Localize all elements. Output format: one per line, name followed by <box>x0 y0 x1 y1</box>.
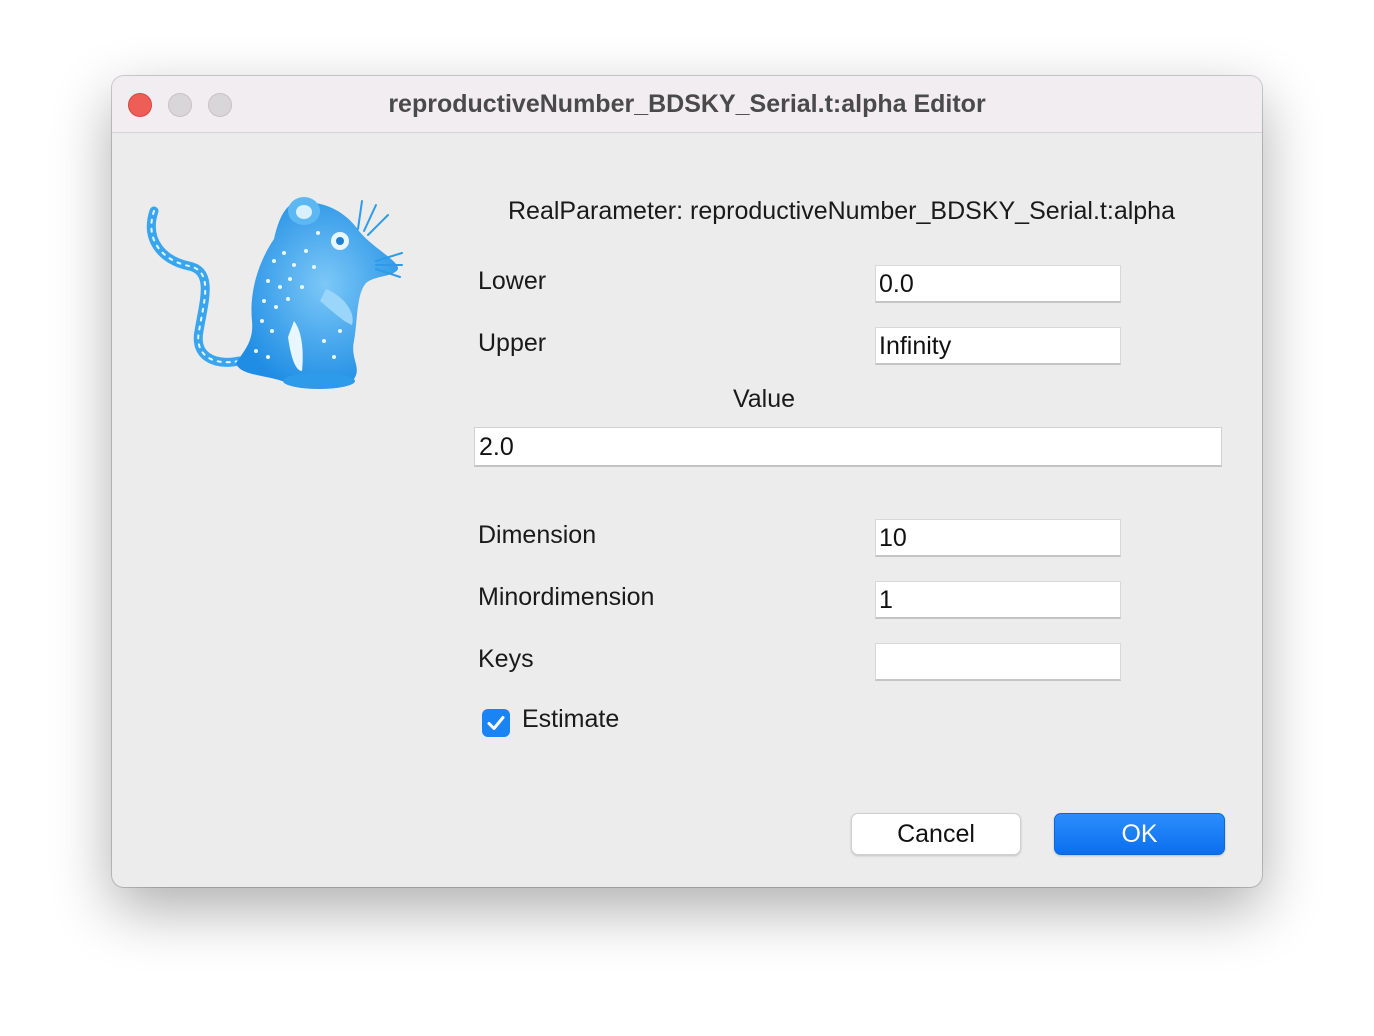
dimension-label: Dimension <box>478 521 597 549</box>
parameter-header: RealParameter: reproductiveNumber_BDSKY_… <box>508 197 1175 225</box>
dimension-input[interactable]: 10 <box>875 519 1121 557</box>
lower-input[interactable]: 0.0 <box>875 265 1121 303</box>
keys-input[interactable] <box>875 643 1121 681</box>
lower-label: Lower <box>478 267 547 295</box>
minordimension-label: Minordimension <box>478 583 655 611</box>
upper-input[interactable]: Infinity <box>875 327 1121 365</box>
estimate-checkbox[interactable] <box>482 709 510 737</box>
beast-mouse-logo-icon <box>146 197 403 389</box>
editor-dialog: reproductiveNumber_BDSKY_Serial.t:alpha … <box>112 76 1262 887</box>
value-label: Value <box>732 385 796 413</box>
value-input[interactable]: 2.0 <box>474 427 1222 467</box>
minordimension-input[interactable]: 1 <box>875 581 1121 619</box>
window-title: reproductiveNumber_BDSKY_Serial.t:alpha … <box>388 90 986 118</box>
ok-button[interactable]: OK <box>1054 813 1225 855</box>
title-bar: reproductiveNumber_BDSKY_Serial.t:alpha … <box>112 76 1262 133</box>
cancel-button[interactable]: Cancel <box>851 813 1021 855</box>
checkmark-icon <box>487 716 505 730</box>
upper-label: Upper <box>478 329 547 357</box>
dialog-content: RealParameter: reproductiveNumber_BDSKY_… <box>112 133 1262 887</box>
estimate-label[interactable]: Estimate <box>522 705 619 734</box>
keys-label: Keys <box>478 645 534 673</box>
